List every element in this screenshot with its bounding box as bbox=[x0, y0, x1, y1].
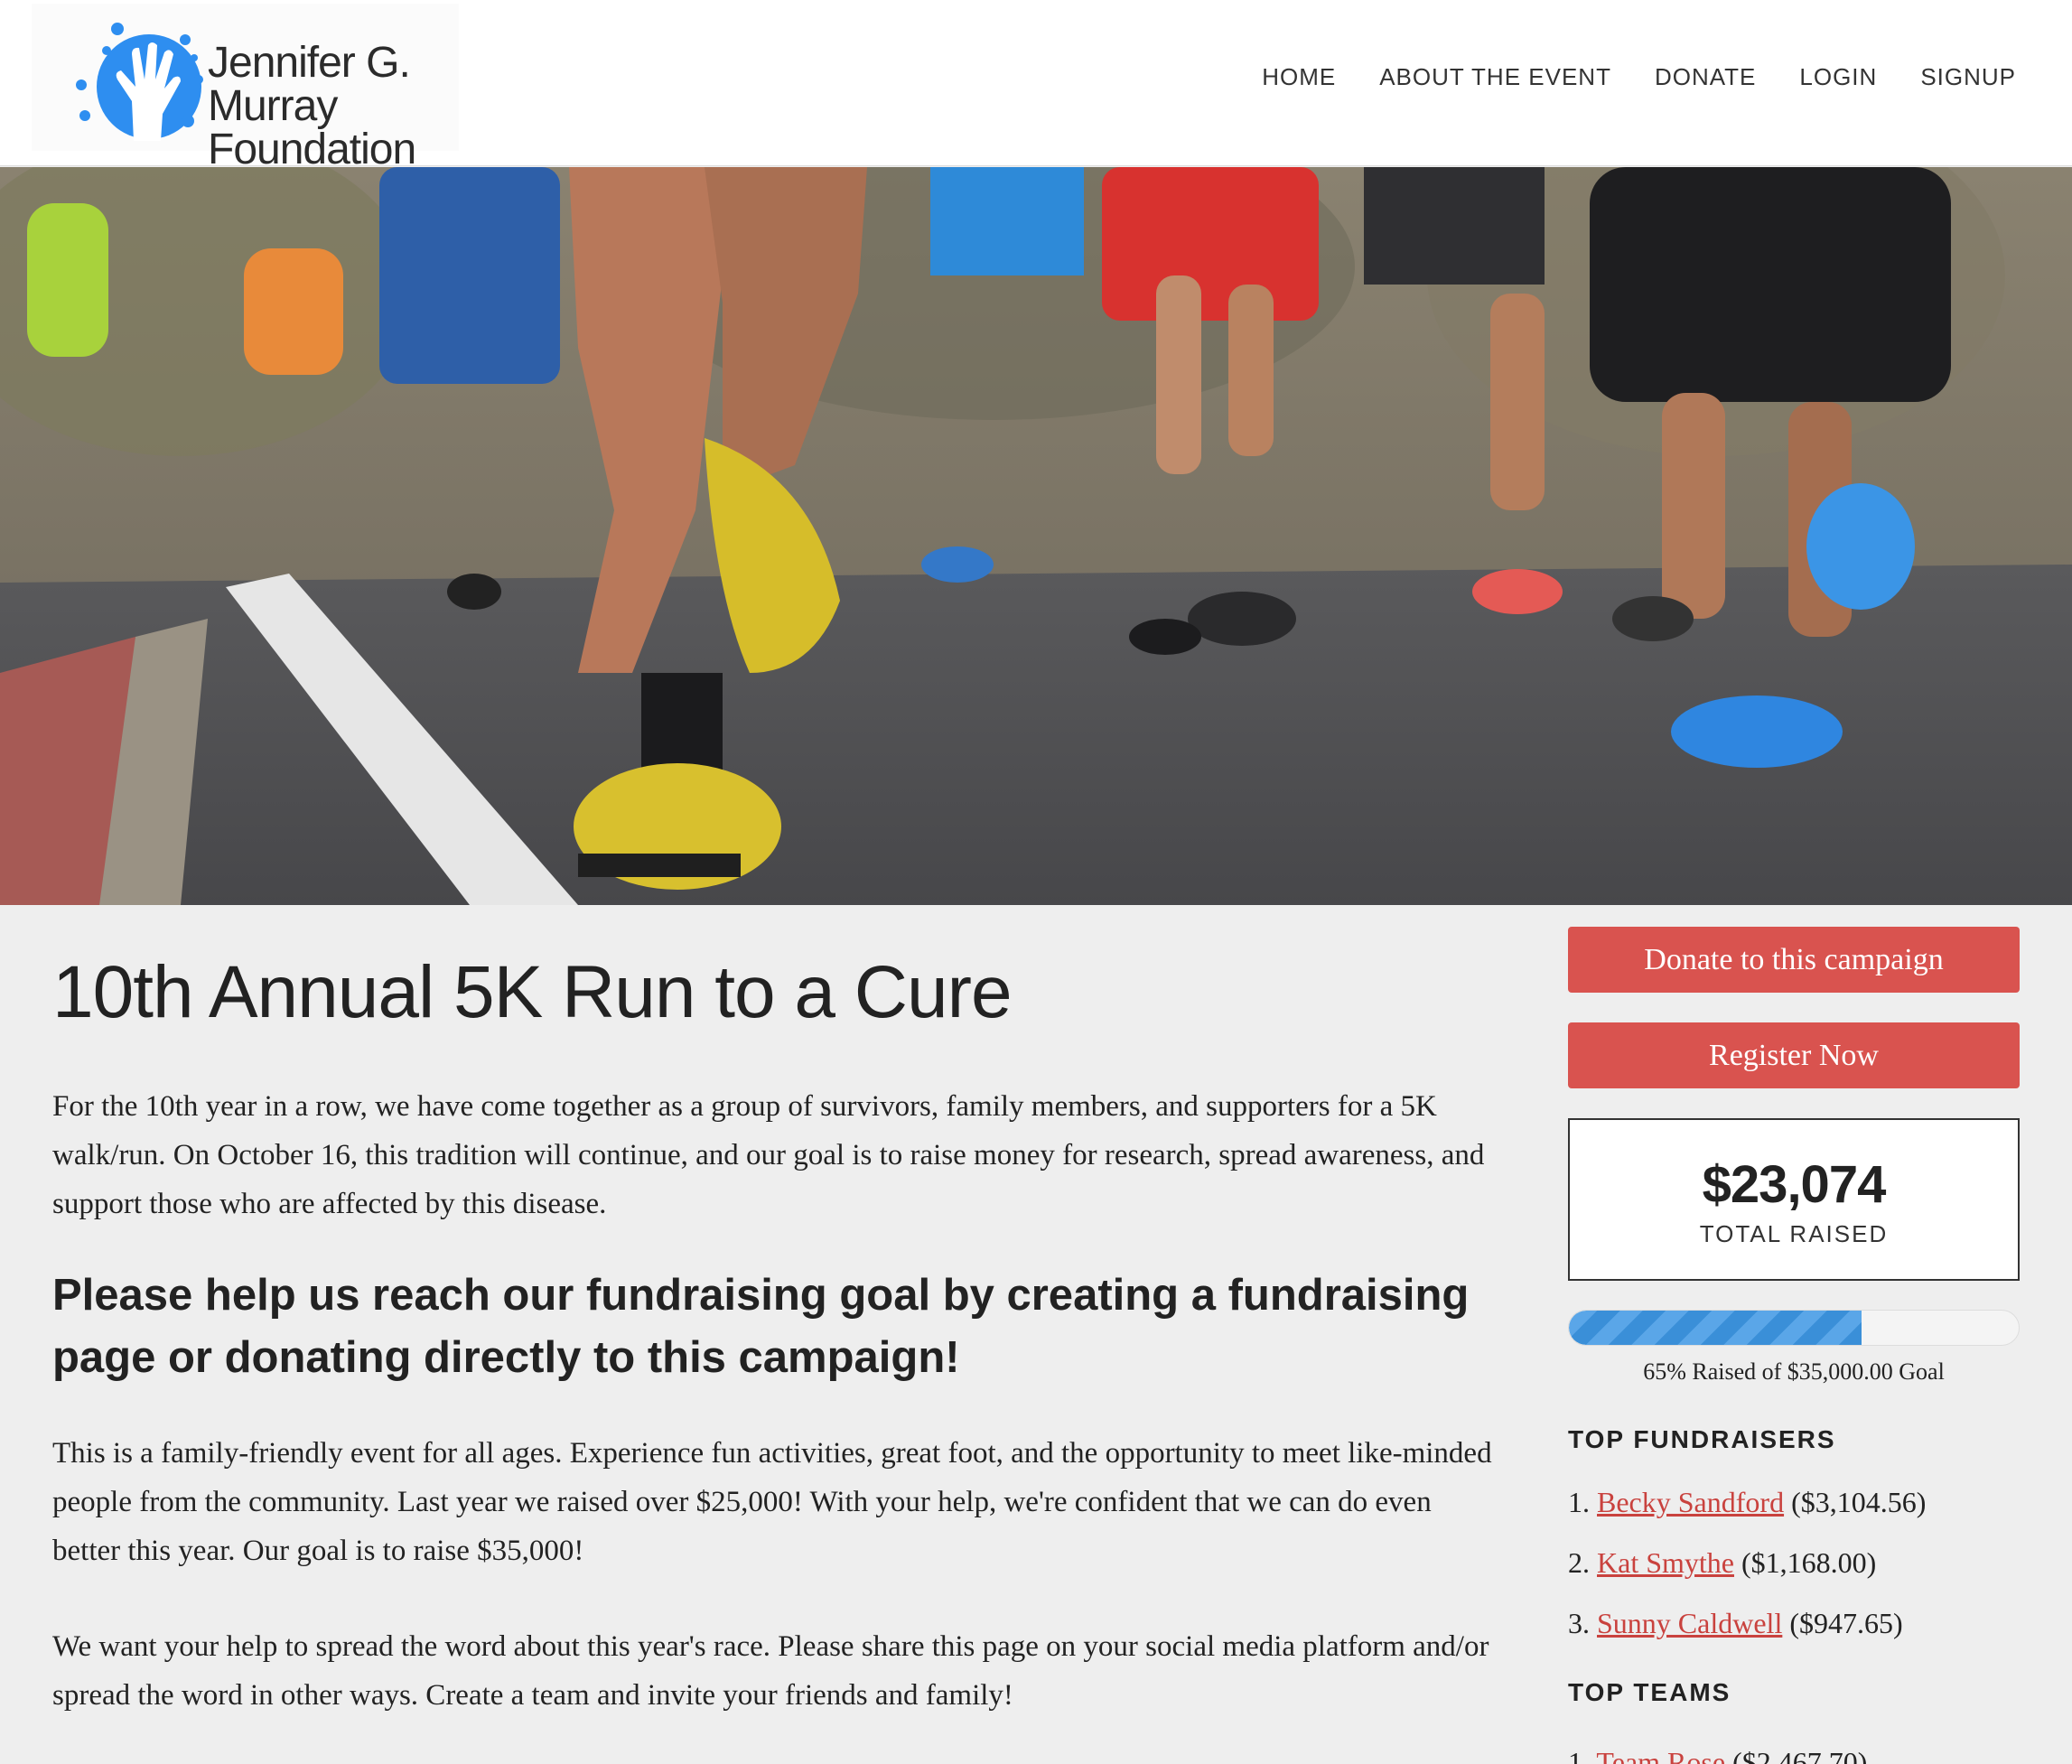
progress-bar bbox=[1568, 1310, 2020, 1346]
nav-about-the-event[interactable]: ABOUT THE EVENT bbox=[1379, 63, 1611, 91]
foundation-logo[interactable]: Jennifer G. Murray Foundation bbox=[32, 4, 459, 172]
share-paragraph: We want your help to spread the word abo… bbox=[52, 1630, 1489, 1712]
nav-login[interactable]: LOGIN bbox=[1799, 63, 1877, 91]
fundraiser-link[interactable]: Sunny Caldwell bbox=[1597, 1607, 1782, 1639]
fundraiser-link[interactable]: Kat Smythe bbox=[1597, 1546, 1734, 1579]
top-teams-list: 1. Team Rose ($2,467.70) bbox=[1568, 1732, 2020, 1764]
team-rank: 1. bbox=[1568, 1746, 1590, 1764]
list-item: 3. Sunny Caldwell ($947.65) bbox=[1568, 1593, 2020, 1654]
top-fundraisers-list: 1. Becky Sandford ($3,104.56) 2. Kat Smy… bbox=[1568, 1472, 2020, 1654]
fundraiser-amount: ($947.65) bbox=[1789, 1607, 1903, 1639]
team-amount: ($2,467.70) bbox=[1732, 1746, 1868, 1764]
fundraiser-rank: 1. bbox=[1568, 1486, 1590, 1518]
intro-paragraph: For the 10th year in a row, we have come… bbox=[52, 1090, 1485, 1220]
fundraiser-amount: ($1,168.00) bbox=[1741, 1546, 1877, 1579]
hero-image bbox=[0, 167, 2072, 905]
total-raised-box: $23,074 TOTAL RAISED bbox=[1568, 1118, 2020, 1281]
fundraiser-rank: 2. bbox=[1568, 1546, 1590, 1579]
list-item: 1. Becky Sandford ($3,104.56) bbox=[1568, 1472, 2020, 1533]
list-item: 1. Team Rose ($2,467.70) bbox=[1568, 1732, 2020, 1764]
logo-line-1: Jennifer G. Murray bbox=[208, 39, 411, 130]
nav-home[interactable]: HOME bbox=[1262, 63, 1336, 91]
total-raised-amount: $23,074 bbox=[1702, 1155, 1887, 1214]
nav-signup[interactable]: SIGNUP bbox=[1920, 63, 2016, 91]
fundraiser-rank: 3. bbox=[1568, 1607, 1590, 1639]
team-link[interactable]: Team Rose bbox=[1596, 1746, 1725, 1764]
progress-text: 65% Raised of $35,000.00 Goal bbox=[1643, 1358, 1945, 1385]
site-header: Jennifer G. Murray Foundation HOME ABOUT… bbox=[0, 0, 2072, 172]
list-item: 2. Kat Smythe ($1,168.00) bbox=[1568, 1533, 2020, 1593]
top-fundraisers-heading: TOP FUNDRAISERS bbox=[1568, 1425, 1836, 1453]
call-to-action-heading: Please help us reach our fundraising goa… bbox=[52, 1271, 1470, 1382]
logo-line-2: Foundation bbox=[208, 126, 416, 173]
total-raised-label: TOTAL RAISED bbox=[1699, 1220, 1889, 1247]
top-teams-heading: TOP TEAMS bbox=[1568, 1678, 1731, 1706]
fundraiser-amount: ($3,104.56) bbox=[1791, 1486, 1927, 1518]
progress-fill bbox=[1569, 1311, 1862, 1345]
main-nav: HOME ABOUT THE EVENT DONATE LOGIN SIGNUP bbox=[1218, 63, 2016, 91]
event-paragraph: This is a family-friendly event for all … bbox=[52, 1437, 1492, 1567]
logo-wordmark: Jennifer G. Murray Foundation bbox=[208, 42, 459, 172]
register-button[interactable]: Register Now bbox=[1568, 1022, 2020, 1088]
donate-button[interactable]: Donate to this campaign bbox=[1568, 927, 2020, 993]
nav-donate[interactable]: DONATE bbox=[1655, 63, 1756, 91]
hand-logo-icon bbox=[76, 23, 203, 141]
page-title: 10th Annual 5K Run to a Cure bbox=[52, 951, 1013, 1033]
fundraiser-link[interactable]: Becky Sandford bbox=[1597, 1486, 1784, 1518]
runners-photo bbox=[0, 167, 2072, 905]
